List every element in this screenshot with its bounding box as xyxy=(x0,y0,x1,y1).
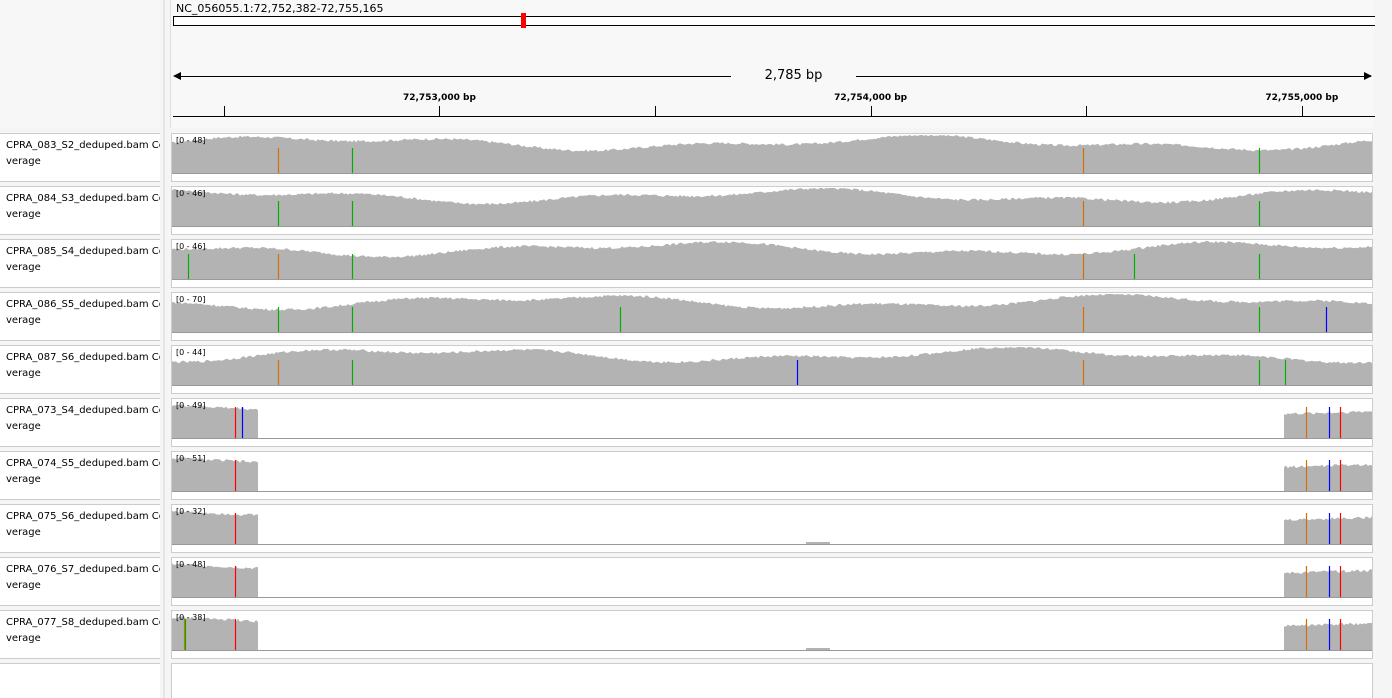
coverage-block xyxy=(1284,622,1372,650)
track-name-line1: CPRA_074_S5_deduped.bam Co xyxy=(6,458,160,469)
coverage-plot xyxy=(172,135,1372,174)
track-name-line1: CPRA_077_S8_deduped.bam Co xyxy=(6,617,160,628)
coverage-track[interactable]: [0 - 32] xyxy=(171,504,1373,553)
panel-divider[interactable] xyxy=(163,0,165,698)
track-name-line2: verage xyxy=(6,421,41,432)
ruler-panel[interactable]: NC_056055.1:72,752,382-72,755,165 2,785 … xyxy=(170,0,1375,128)
coverage-block xyxy=(1284,463,1372,491)
coverage-track[interactable]: [0 - 49] xyxy=(171,398,1373,447)
data-range-label: [0 - 51] xyxy=(176,454,206,463)
data-range-label: [0 - 46] xyxy=(176,242,206,251)
track-name-line1: CPRA_075_S6_deduped.bam Co xyxy=(6,511,160,522)
data-range-label: [0 - 70] xyxy=(176,295,206,304)
data-range-label: [0 - 44] xyxy=(176,348,206,357)
ruler-tick-label: 72,753,000 bp xyxy=(402,93,476,103)
track-name[interactable]: CPRA_074_S5_deduped.bam Co verage xyxy=(0,451,160,500)
track-name[interactable]: CPRA_076_S7_deduped.bam Co verage xyxy=(0,557,160,606)
coverage-block xyxy=(806,648,830,650)
track-name-line1: CPRA_084_S3_deduped.bam Co xyxy=(6,193,160,204)
track-name-line2: verage xyxy=(6,633,41,644)
ruler-baseline xyxy=(173,116,1375,117)
span-arrow-right-icon xyxy=(1364,72,1372,80)
data-range-label: [0 - 38] xyxy=(176,613,206,622)
coverage-plot xyxy=(172,404,1372,439)
name-panel-header xyxy=(0,0,160,128)
ruler-tick xyxy=(223,106,225,116)
track-name-line1: CPRA_087_S6_deduped.bam Co xyxy=(6,352,160,363)
track-name-line2: verage xyxy=(6,580,41,591)
ruler-tick xyxy=(1086,106,1088,116)
track-name-line2: verage xyxy=(6,368,41,379)
coverage-track[interactable]: [0 - 48] xyxy=(171,133,1373,182)
coverage-track[interactable]: [0 - 46] xyxy=(171,239,1373,288)
track-name[interactable]: CPRA_083_S2_deduped.bam Co verage xyxy=(0,133,160,182)
empty-data-panel[interactable] xyxy=(171,663,1373,698)
data-range-label: [0 - 48] xyxy=(176,560,206,569)
span-arrow-left-icon xyxy=(173,72,181,80)
locus-label: NC_056055.1:72,752,382-72,755,165 xyxy=(176,2,384,15)
data-range-label: [0 - 48] xyxy=(176,136,206,145)
ruler-tick xyxy=(655,106,657,116)
track-name-line2: verage xyxy=(6,527,41,538)
ruler-tick xyxy=(439,106,441,116)
ruler-tick-label: 72,755,000 bp xyxy=(1265,93,1339,103)
coverage-block xyxy=(1284,569,1372,597)
data-range-label: [0 - 46] xyxy=(176,189,206,198)
track-name-line1: CPRA_083_S2_deduped.bam Co xyxy=(6,140,160,151)
coverage-plot xyxy=(172,510,1372,545)
current-region-marker xyxy=(520,13,526,28)
coverage-plot xyxy=(172,188,1372,227)
track-name-line2: verage xyxy=(6,156,41,167)
ruler-tick xyxy=(1301,106,1303,116)
track-name[interactable]: CPRA_085_S4_deduped.bam Co verage xyxy=(0,239,160,288)
ruler-tick xyxy=(870,106,872,116)
coverage-plot xyxy=(172,347,1372,386)
coverage-plot xyxy=(172,241,1372,280)
track-name[interactable]: CPRA_084_S3_deduped.bam Co verage xyxy=(0,186,160,235)
track-name[interactable]: CPRA_077_S8_deduped.bam Co verage xyxy=(0,610,160,659)
track-name[interactable]: CPRA_086_S5_deduped.bam Co verage xyxy=(0,292,160,341)
data-range-label: [0 - 49] xyxy=(176,401,206,410)
coverage-track[interactable]: [0 - 70] xyxy=(171,292,1373,341)
coverage-track[interactable]: [0 - 44] xyxy=(171,345,1373,394)
coverage-plot xyxy=(172,616,1372,651)
coverage-block xyxy=(806,542,830,544)
track-name-line2: verage xyxy=(6,474,41,485)
track-name-line1: CPRA_076_S7_deduped.bam Co xyxy=(6,564,160,575)
track-name-line1: CPRA_086_S5_deduped.bam Co xyxy=(6,299,160,310)
coverage-plot xyxy=(172,294,1372,333)
track-name[interactable]: CPRA_073_S4_deduped.bam Co verage xyxy=(0,398,160,447)
coverage-plot xyxy=(172,563,1372,598)
span-length-label: 2,785 bp xyxy=(731,68,856,83)
track-name[interactable]: CPRA_075_S6_deduped.bam Co verage xyxy=(0,504,160,553)
coverage-block xyxy=(1284,410,1372,438)
empty-name-panel xyxy=(0,663,160,698)
ruler-tick-label: 72,754,000 bp xyxy=(834,93,908,103)
track-name-line2: verage xyxy=(6,315,41,326)
chromosome-ideogram[interactable] xyxy=(173,16,1375,26)
track-name-line2: verage xyxy=(6,209,41,220)
coverage-track[interactable]: [0 - 51] xyxy=(171,451,1373,500)
track-name-line1: CPRA_073_S4_deduped.bam Co xyxy=(6,405,160,416)
coverage-track[interactable]: [0 - 48] xyxy=(171,557,1373,606)
coverage-track[interactable]: [0 - 38] xyxy=(171,610,1373,659)
coverage-plot xyxy=(172,457,1372,492)
coverage-block xyxy=(1284,515,1372,544)
track-name-line2: verage xyxy=(6,262,41,273)
track-name[interactable]: CPRA_087_S6_deduped.bam Co verage xyxy=(0,345,160,394)
track-name-line1: CPRA_085_S4_deduped.bam Co xyxy=(6,246,160,257)
data-range-label: [0 - 32] xyxy=(176,507,206,516)
coverage-track[interactable]: [0 - 46] xyxy=(171,186,1373,235)
